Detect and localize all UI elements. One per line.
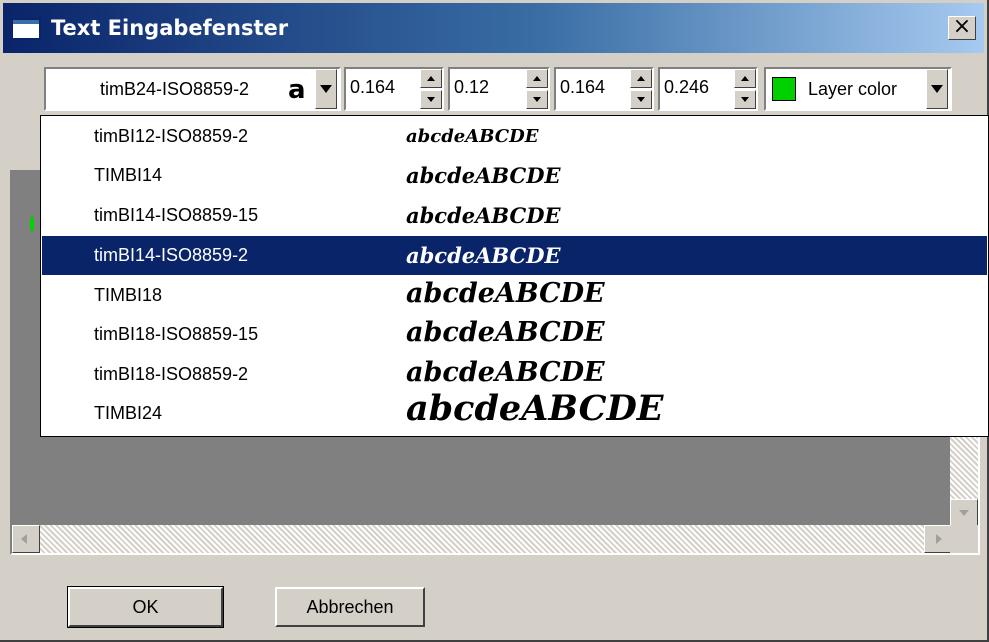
font-sample: abcdeABCDE bbox=[406, 126, 539, 147]
stepper-value: 0.164 bbox=[350, 77, 396, 97]
font-list-item[interactable]: timBI14-ISO8859-15 abcdeABCDE bbox=[42, 196, 987, 235]
font-list-item[interactable]: timBI12-ISO8859-2 abcdeABCDE bbox=[42, 117, 987, 156]
color-select-value: Layer color bbox=[808, 79, 898, 99]
font-list-item-selected[interactable]: timBI14-ISO8859-2 abcdeABCDE bbox=[42, 236, 987, 275]
font-sample: abcdeABCDE bbox=[406, 317, 605, 348]
font-sample: abcdeABCDE bbox=[406, 203, 561, 228]
font-name: TIMBI24 bbox=[94, 403, 163, 423]
color-swatch bbox=[772, 77, 796, 101]
spin-up-icon[interactable] bbox=[420, 69, 442, 88]
font-name: timBI14-ISO8859-15 bbox=[94, 205, 259, 225]
font-sample: abcdeABCDE bbox=[406, 388, 664, 429]
font-dropdown-list: timBI12-ISO8859-2 abcdeABCDE TIMBI14 abc… bbox=[40, 115, 989, 437]
horizontal-scrollbar[interactable] bbox=[12, 525, 952, 553]
title-bar[interactable]: Text Eingabefenster × bbox=[3, 3, 984, 53]
scroll-down-button[interactable] bbox=[950, 499, 978, 527]
font-list-item[interactable]: timBI18-ISO8859-15 abcdeABCDE bbox=[42, 315, 987, 354]
spin-down-icon[interactable] bbox=[734, 90, 756, 109]
color-select[interactable]: Layer color bbox=[764, 67, 952, 111]
stepper-value: 0.164 bbox=[560, 77, 606, 97]
window-title: Text Eingabefenster bbox=[51, 16, 289, 40]
spin-down-icon[interactable] bbox=[526, 90, 548, 109]
font-list-item[interactable]: TIMBI14 abcdeABCDE bbox=[42, 156, 987, 195]
spin-up-icon[interactable] bbox=[526, 69, 548, 88]
line-spacing-stepper[interactable]: 0.246 bbox=[658, 67, 758, 111]
font-select[interactable]: timB24-ISO8859-2 a bbox=[44, 67, 341, 111]
ok-button[interactable]: OK bbox=[67, 586, 224, 628]
chevron-down-icon bbox=[320, 85, 332, 93]
text-cursor-mark bbox=[30, 217, 34, 231]
font-name: timBI18-ISO8859-15 bbox=[94, 324, 259, 344]
chevron-down-icon bbox=[931, 85, 943, 93]
spin-up-icon[interactable] bbox=[734, 69, 756, 88]
font-sample: abcdeABCDE bbox=[406, 278, 605, 309]
font-name: timBI14-ISO8859-2 bbox=[94, 245, 249, 265]
cancel-button[interactable]: Abbrechen bbox=[275, 587, 425, 627]
stepper-value: 0.12 bbox=[454, 77, 490, 97]
spin-down-icon[interactable] bbox=[630, 90, 652, 109]
text-width-stepper[interactable]: 0.12 bbox=[448, 67, 550, 111]
font-sample: abcdeABCDE bbox=[406, 163, 561, 188]
font-name: TIMBI18 bbox=[94, 285, 163, 305]
window-icon bbox=[11, 18, 41, 40]
font-sample: abcdeABCDE bbox=[406, 357, 605, 388]
spin-down-icon[interactable] bbox=[420, 90, 442, 109]
close-button[interactable]: × bbox=[948, 16, 976, 40]
spin-up-icon[interactable] bbox=[630, 69, 652, 88]
font-name: timBI12-ISO8859-2 bbox=[94, 126, 249, 146]
font-name: TIMBI14 bbox=[94, 165, 163, 185]
font-select-value: timB24-ISO8859-2 bbox=[100, 79, 250, 99]
font-sample: abcdeABCDE bbox=[406, 243, 561, 268]
font-list-item[interactable]: TIMBI24 abcdeABCDE bbox=[42, 388, 987, 433]
stepper-value: 0.246 bbox=[664, 77, 710, 97]
font-name: timBI18-ISO8859-2 bbox=[94, 364, 249, 384]
font-preview-glyph: a bbox=[288, 75, 306, 105]
text-height-stepper[interactable]: 0.164 bbox=[344, 67, 444, 111]
scroll-right-button[interactable] bbox=[924, 525, 952, 553]
font-list-item[interactable]: TIMBI18 abcdeABCDE bbox=[42, 276, 987, 315]
font-dropdown-button[interactable] bbox=[315, 69, 337, 109]
scroll-left-button[interactable] bbox=[12, 525, 40, 553]
text-spacing-stepper[interactable]: 0.164 bbox=[554, 67, 654, 111]
scrollbar-corner bbox=[950, 525, 978, 553]
color-dropdown-button[interactable] bbox=[926, 69, 948, 109]
